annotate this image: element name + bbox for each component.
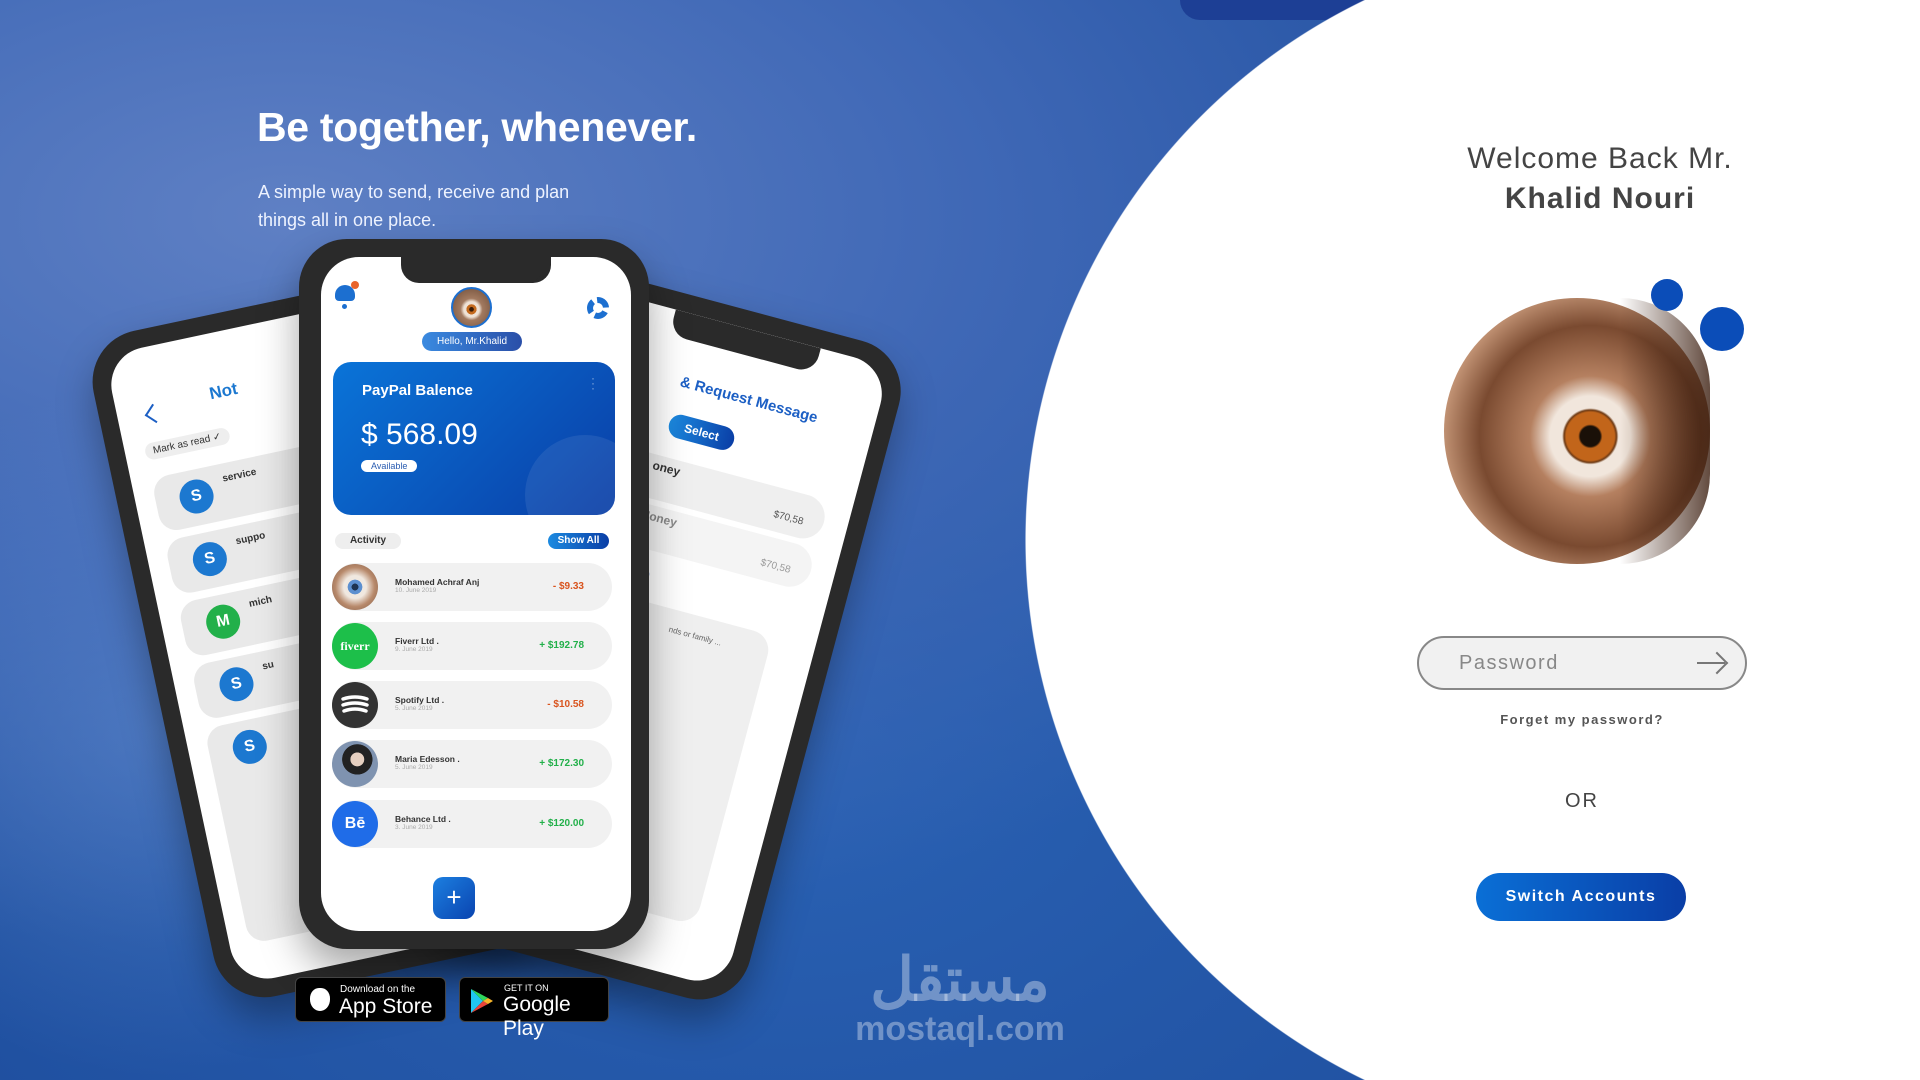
option-amount: $70,58: [759, 557, 792, 576]
back-icon[interactable]: [144, 403, 165, 424]
google-play-top: GET IT ON: [504, 983, 549, 993]
phone-screen: Hello, Mr.Khalid · · · PayPal Balence $ 56…: [321, 257, 631, 931]
notifications-title: Not: [207, 378, 240, 404]
transaction-name: Maria Edesson .: [395, 754, 460, 764]
avatar: M: [203, 601, 244, 642]
available-badge: Available: [361, 460, 418, 472]
transaction-amount: - $9.33: [552, 581, 584, 592]
mostaql-watermark: مستقل mostaql.com: [840, 950, 1080, 1049]
transaction-name: Spotify Ltd .: [395, 695, 445, 705]
balance-amount: $ 568.09: [361, 418, 478, 451]
person-photo-avatar: [332, 741, 378, 787]
option-amount: $70,58: [772, 509, 805, 528]
transaction-row[interactable]: Mohamed Achraf Anj 10. June 2019 - $9.33: [332, 563, 612, 611]
apple-icon: [310, 988, 330, 1011]
watermark-latin: mostaql.com: [855, 1010, 1065, 1048]
hero-subtitle: A simple way to send, receive and plan t…: [258, 182, 570, 230]
settings-gear-icon[interactable]: [587, 297, 609, 319]
transaction-row[interactable]: fiverr Fiverr Ltd . 9. June 2019 + $192.78: [332, 622, 612, 670]
notification-bell-icon[interactable]: [335, 281, 359, 309]
avatar: S: [229, 726, 270, 768]
switch-accounts-button[interactable]: Switch Accounts: [1476, 873, 1686, 921]
welcome-text: Welcome Back Mr.: [1467, 142, 1733, 175]
notch: [404, 257, 544, 283]
wallet-phone: Hello, Mr.Khalid · · · PayPal Balence $ 56…: [299, 239, 649, 949]
decor-dot: [1651, 279, 1683, 311]
transaction-date: 5. June 2019: [395, 764, 433, 771]
balance-card[interactable]: · · · PayPal Balence $ 568.09 Available: [333, 362, 615, 515]
transaction-date: 5. June 2019: [395, 705, 433, 712]
transaction-name: Behance Ltd .: [395, 814, 451, 824]
sender: su: [261, 659, 276, 673]
sender: service: [221, 466, 258, 485]
user-name: Khalid Nouri: [1504, 182, 1696, 215]
card-title: PayPal Balence: [362, 382, 473, 399]
or-divider: OR: [1565, 790, 1599, 812]
avatar: S: [189, 538, 231, 580]
add-button[interactable]: +: [433, 877, 475, 919]
select-button[interactable]: Select: [666, 412, 738, 453]
transaction-date: 3. June 2019: [395, 824, 433, 831]
sender: mich: [248, 594, 274, 610]
behance-icon: Bē: [332, 801, 378, 847]
avatar[interactable]: [451, 287, 492, 328]
avatar: S: [216, 664, 257, 705]
google-play-icon: [471, 989, 493, 1013]
password-field[interactable]: [1417, 636, 1747, 690]
transaction-name: Fiverr Ltd .: [395, 636, 439, 646]
profile-photo: [1444, 298, 1710, 564]
option-label: oney: [651, 458, 682, 479]
google-play-badge[interactable]: GET IT ON Google Play: [459, 977, 609, 1040]
transaction-name: Mohamed Achraf Anj: [395, 577, 480, 587]
app-store-top: Download on the: [340, 984, 416, 995]
transaction-amount: + $192.78: [539, 640, 584, 651]
watermark-arabic: مستقل: [870, 946, 1050, 1013]
transaction-row[interactable]: Spotify Ltd . 5. June 2019 - $10.58: [332, 681, 612, 729]
arrow-right-icon[interactable]: [1697, 653, 1727, 673]
card-menu-icon[interactable]: · · ·: [591, 372, 595, 394]
transaction-date: 10. June 2019: [395, 587, 437, 594]
transaction-amount: + $172.30: [539, 758, 584, 769]
spotify-icon: [332, 682, 378, 728]
app-store-label: App Store: [339, 995, 433, 1018]
message-hint: nds or family ...: [667, 624, 723, 648]
mark-as-read-button[interactable]: Mark as read ✓: [143, 426, 231, 461]
password-input[interactable]: [1459, 651, 1697, 675]
greeting-badge: Hello, Mr.Khalid: [422, 332, 522, 351]
forgot-password-link[interactable]: Forget my password?: [1417, 712, 1747, 727]
show-all-button[interactable]: Show All: [548, 533, 609, 549]
transaction-amount: - $10.58: [547, 699, 584, 710]
transaction-date: 9. June 2019: [395, 646, 433, 653]
google-play-label: Google Play: [503, 993, 571, 1040]
transaction-row[interactable]: Maria Edesson . 5. June 2019 + $172.30: [332, 740, 612, 788]
app-store-badge[interactable]: Download on the App Store: [295, 977, 446, 1022]
avatar: S: [176, 476, 217, 517]
card-decor: [525, 435, 615, 515]
transaction-row[interactable]: Bē Behance Ltd . 3. June 2019 + $120.00: [332, 800, 612, 848]
transaction-amount: + $120.00: [539, 818, 584, 829]
fiverr-icon: fiverr: [332, 623, 378, 669]
activity-label: Activity: [335, 533, 401, 549]
decor-dot: [1700, 307, 1744, 351]
hero-title: Be together, whenever.: [257, 104, 697, 150]
eye-photo-avatar: [332, 564, 378, 610]
sender: suppo: [234, 530, 267, 548]
